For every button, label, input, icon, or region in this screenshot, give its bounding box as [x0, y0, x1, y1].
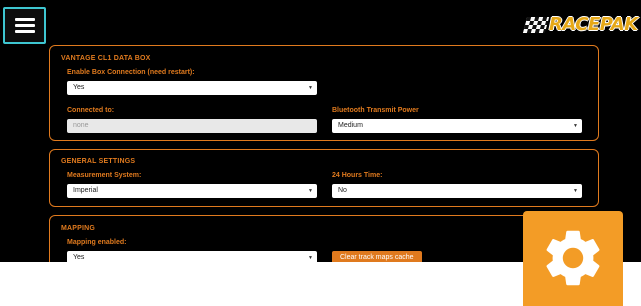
- chevron-down-icon: ▼: [308, 85, 313, 91]
- select-value: Medium: [338, 122, 363, 129]
- panel-title: MAPPING: [61, 225, 96, 232]
- databox-panel: VANTAGE CL1 DATA BOX Enable Box Connecti…: [49, 45, 599, 141]
- general-settings-panel: GENERAL SETTINGS Measurement System: Imp…: [49, 149, 599, 207]
- menu-bar-line: [15, 18, 35, 21]
- clear-track-maps-button[interactable]: Clear track maps cache: [332, 251, 422, 262]
- chevron-down-icon: ▼: [573, 188, 578, 194]
- connected-to-field: none: [67, 119, 317, 133]
- mapping-enabled-label: Mapping enabled:: [67, 239, 127, 246]
- logo-text: RACEPAK: [549, 14, 638, 35]
- top-bar: RACEPAK: [0, 0, 641, 44]
- bluetooth-power-label: Bluetooth Transmit Power: [332, 107, 419, 114]
- measurement-system-select[interactable]: Imperial ▼: [67, 184, 317, 198]
- hamburger-menu-icon[interactable]: [3, 7, 46, 44]
- racepak-logo: RACEPAK: [522, 14, 638, 36]
- panel-title: GENERAL SETTINGS: [61, 158, 136, 165]
- chevron-down-icon: ▼: [308, 255, 313, 261]
- 24-hours-time-label: 24 Hours Time:: [332, 172, 383, 179]
- checkered-flag-icon: [522, 17, 550, 33]
- panel-title: VANTAGE CL1 DATA BOX: [61, 55, 151, 62]
- chevron-down-icon: ▼: [308, 188, 313, 194]
- chevron-down-icon: ▼: [573, 123, 578, 129]
- select-value: No: [338, 187, 347, 194]
- measurement-system-label: Measurement System:: [67, 172, 142, 179]
- select-value: Yes: [73, 254, 85, 261]
- mapping-enabled-select[interactable]: Yes ▼: [67, 251, 317, 262]
- select-value: Yes: [73, 84, 85, 91]
- menu-bar-line: [15, 30, 35, 33]
- bluetooth-power-select[interactable]: Medium ▼: [332, 119, 582, 133]
- gear-icon: [546, 230, 600, 286]
- mapping-panel: MAPPING Mapping enabled: Yes ▼ Clear tra…: [49, 215, 599, 262]
- enable-box-label: Enable Box Connection (need restart):: [67, 69, 195, 76]
- 24-hours-time-select[interactable]: No ▼: [332, 184, 582, 198]
- connected-to-label: Connected to:: [67, 107, 115, 114]
- select-value: Imperial: [73, 187, 98, 194]
- settings-tile[interactable]: [523, 211, 623, 306]
- menu-bar-line: [15, 24, 35, 27]
- enable-box-select[interactable]: Yes ▼: [67, 81, 317, 95]
